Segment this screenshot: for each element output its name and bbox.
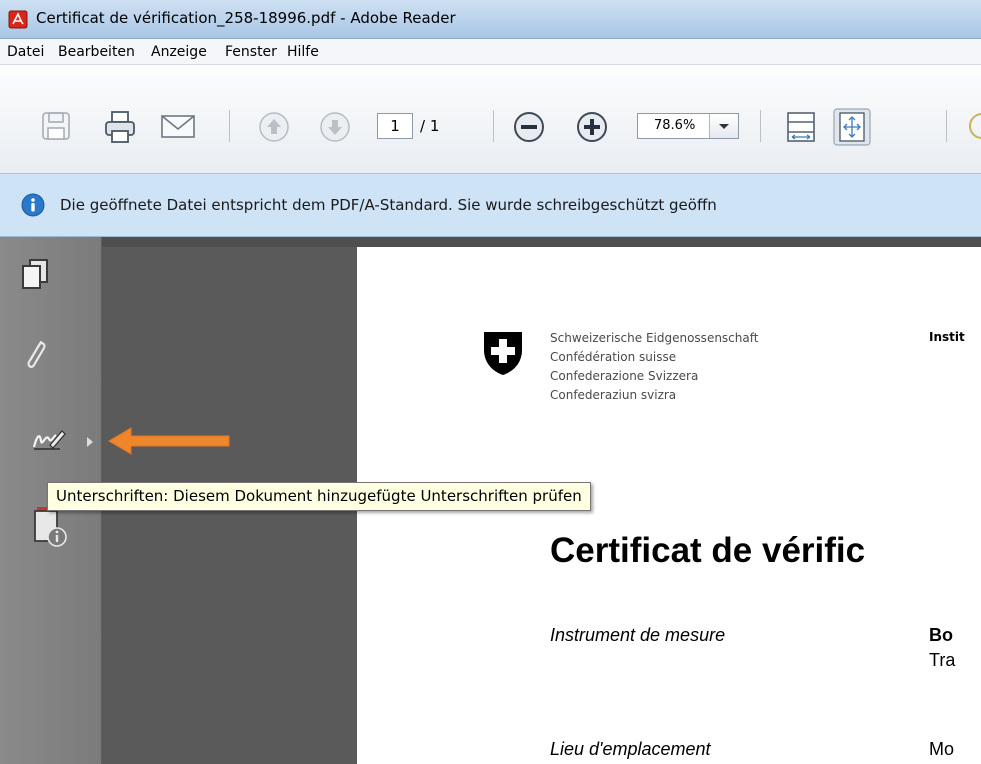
print-icon[interactable] (103, 110, 137, 144)
page-number-input[interactable] (377, 113, 413, 139)
select-tool-icon[interactable] (968, 110, 981, 142)
pages-icon[interactable] (21, 258, 49, 294)
field-label: Instrument de mesure (550, 625, 726, 645)
expand-arrow-icon[interactable] (86, 433, 94, 452)
page-total: / 1 (420, 117, 440, 135)
page-up-icon[interactable] (257, 110, 291, 144)
menu-anzeige[interactable]: Anzeige (151, 44, 207, 60)
signatures-tooltip: Unterschriften: Diesem Dokument hinzugef… (47, 482, 591, 511)
menu-datei[interactable]: Datei (7, 44, 44, 60)
toolbar-separator (760, 110, 761, 142)
toolbar-separator (229, 110, 230, 142)
field-value: Tra (929, 650, 956, 670)
institute-name: Instit (929, 330, 965, 344)
annotation-arrow-icon (108, 427, 230, 455)
chevron-down-icon[interactable] (709, 114, 738, 138)
swiss-crest-icon (484, 332, 522, 375)
window-title: Certificat de vérification_258-18996.pdf… (36, 9, 456, 27)
zoom-out-icon[interactable] (512, 110, 546, 144)
document-title: Certificat de vérific (550, 531, 866, 570)
zoom-in-icon[interactable] (575, 110, 609, 144)
zoom-select[interactable]: 78.6% (637, 113, 739, 139)
menu-bar: Datei Bearbeiten Anzeige Fenster Hilfe (0, 39, 981, 65)
toolbar: / 1 78.6% (0, 65, 981, 174)
fit-page-icon[interactable] (833, 108, 871, 146)
menu-fenster[interactable]: Fenster (225, 44, 277, 60)
field-value: Mo (929, 739, 955, 759)
signature-icon[interactable] (32, 427, 66, 455)
confederation-line: Confederazione Svizzera (550, 369, 699, 383)
confederation-line: Confédération suisse (550, 350, 677, 364)
confederation-line: Confederaziun svizra (550, 388, 677, 402)
adobe-reader-icon (8, 10, 28, 29)
pdfa-info-bar: Die geöffnete Datei entspricht dem PDF/A… (0, 174, 981, 237)
info-message: Die geöffnete Datei entspricht dem PDF/A… (60, 196, 717, 214)
info-icon (21, 193, 45, 217)
document-area-top-edge (0, 237, 981, 247)
field-value: Bo (929, 625, 953, 645)
field-label: Lieu d'emplacement (550, 739, 711, 759)
save-icon[interactable] (40, 110, 72, 142)
email-icon[interactable] (160, 110, 196, 142)
menu-hilfe[interactable]: Hilfe (287, 44, 319, 60)
toolbar-separator (946, 110, 947, 142)
confederation-line: Schweizerische Eidgenossenschaft (550, 331, 759, 345)
toolbar-separator (493, 110, 494, 142)
document-info-icon[interactable] (33, 505, 67, 553)
menu-bearbeiten[interactable]: Bearbeiten (58, 44, 135, 60)
page-down-icon[interactable] (318, 110, 352, 144)
attachment-icon[interactable] (22, 336, 48, 376)
fit-width-icon[interactable] (784, 110, 818, 144)
title-bar: Certificat de vérification_258-18996.pdf… (0, 0, 981, 39)
zoom-value: 78.6% (654, 118, 696, 133)
